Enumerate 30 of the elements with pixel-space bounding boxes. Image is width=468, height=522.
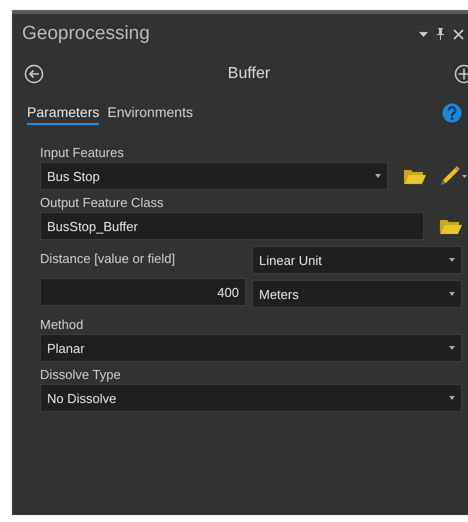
parameter-label: Distance [value or field] (40, 250, 176, 266)
parameter-label: Method (40, 316, 84, 334)
parameter-dropdown[interactable]: Planar (40, 334, 462, 362)
folder-icon[interactable] (440, 218, 462, 234)
add-icon[interactable] (454, 64, 468, 84)
caret-icon (449, 258, 455, 262)
pin-icon[interactable] (436, 28, 445, 40)
tool-title: Buffer (228, 65, 270, 83)
caret-icon (449, 346, 455, 350)
parameter-label: Output Feature Class (40, 194, 165, 212)
folder-icon[interactable] (404, 168, 426, 184)
close-icon[interactable] (453, 28, 464, 40)
back-icon[interactable] (24, 64, 44, 84)
output-field[interactable]: BusStop_Buffer (40, 212, 424, 240)
parameter-label: Dissolve Type (40, 366, 122, 384)
dropdown-icon[interactable] (419, 31, 428, 37)
pencil-icon[interactable] (438, 165, 468, 187)
caret-icon (375, 174, 381, 178)
parameter-dropdown[interactable]: No Dissolve (40, 384, 462, 412)
unit-type-dropdown[interactable]: Linear Unit (252, 246, 462, 274)
unit-dropdown[interactable]: Meters (252, 280, 462, 308)
help-icon[interactable] (442, 103, 462, 123)
tab[interactable]: Environments (107, 101, 193, 125)
panel-title: Geoprocessing (22, 23, 150, 45)
caret-icon (449, 292, 455, 296)
caret-icon (449, 396, 455, 400)
parameter-dropdown[interactable]: Bus Stop (40, 162, 388, 190)
parameter-label: Input Features (40, 144, 125, 162)
distance-field[interactable]: 400 (40, 278, 246, 306)
tab[interactable]: Parameters (27, 101, 100, 125)
